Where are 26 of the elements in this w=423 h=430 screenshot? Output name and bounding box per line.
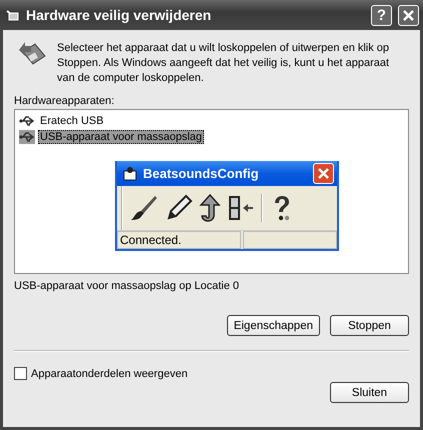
status-text: Connected. — [117, 231, 241, 249]
pencil-icon[interactable] — [165, 194, 193, 222]
action-button[interactable]: Eigenschappen — [226, 315, 320, 336]
up-arrow-icon[interactable] — [199, 194, 221, 222]
close-icon — [317, 167, 330, 180]
close-button[interactable] — [313, 163, 334, 184]
device-item[interactable]: USB-apparaat voor massaopslag — [38, 130, 204, 144]
close-button[interactable] — [398, 4, 419, 26]
device-item[interactable]: Eratech USB — [38, 114, 106, 128]
hardware-icon — [6, 8, 20, 22]
help-button[interactable]: ? — [371, 4, 392, 26]
app-icon — [122, 166, 138, 182]
location-text: USB-apparaat voor massaopslag op Locatie 0 — [14, 280, 240, 292]
close-dialog-button[interactable]: Sluiten — [330, 382, 409, 403]
close-icon — [402, 8, 415, 22]
checkbox[interactable] — [14, 367, 27, 380]
instruction-text: Selecteer het apparaat dat u wilt loskoppelen of uitwerpen en klik op Stoppen. Als Windows aangeeft dat het veilig is, kunt u het apparaat van de computer loskoppelen. — [57, 41, 390, 86]
usb-icon — [19, 114, 35, 128]
popup-title: BeatsoundsConfig — [143, 166, 260, 181]
brush-icon[interactable] — [129, 194, 159, 222]
usb-icon — [19, 130, 35, 144]
action-button[interactable]: Stoppen — [330, 315, 409, 336]
exit-door-icon[interactable] — [227, 194, 255, 222]
checkbox-label: Apparaatonderdelen weergeven — [31, 368, 188, 380]
window-title: Hardware veilig verwijderen — [26, 7, 212, 23]
list-label: Hardwareapparaten: — [14, 95, 116, 107]
